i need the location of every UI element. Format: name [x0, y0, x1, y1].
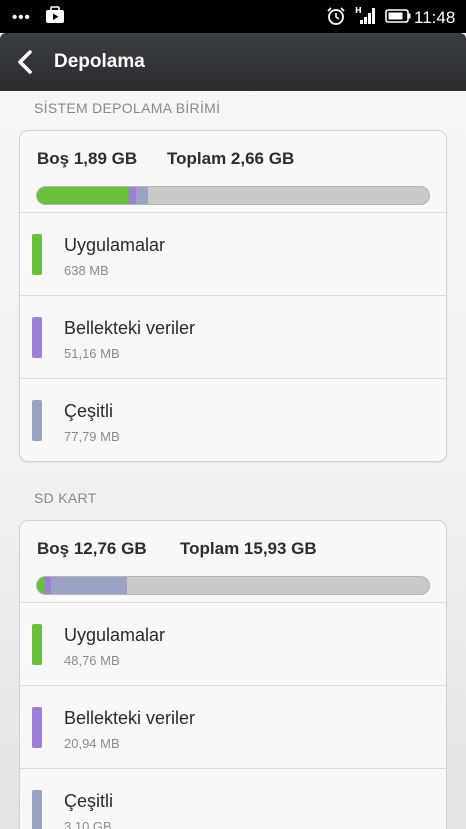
- usage-bar-apps: [37, 577, 45, 594]
- usage-bar-cache: [128, 187, 137, 204]
- color-swatch: [32, 624, 42, 665]
- row-size: 20,94 MB: [64, 736, 120, 751]
- color-swatch: [32, 790, 42, 829]
- more-dots: •••: [12, 9, 31, 26]
- storage-row-misc[interactable]: Çeşitli 77,79 MB: [20, 379, 446, 461]
- row-title: Uygulamalar: [64, 235, 166, 255]
- row-size: 3,10 GB: [64, 819, 112, 829]
- free-space-label: Boş 12,76 GB: [37, 539, 147, 558]
- usage-bar-apps: [37, 187, 129, 204]
- signal-bars-icon: H: [355, 6, 375, 24]
- usage-bar: [36, 576, 430, 595]
- media-notification-icon: [46, 6, 64, 23]
- storage-row-cache[interactable]: Bellekteki veriler 51,16 MB: [20, 296, 446, 379]
- row-title: Bellekteki veriler: [64, 708, 196, 728]
- alarm-clock-icon: [327, 7, 345, 25]
- usage-bar: [36, 186, 430, 205]
- network-type-label: H: [355, 6, 362, 15]
- color-swatch: [32, 234, 42, 275]
- system-storage-card: Boş 1,89 GB Toplam 2,66 GB Uygulamalar 6…: [19, 130, 447, 462]
- row-size: 51,16 MB: [64, 346, 120, 361]
- action-bar: Depolama: [0, 33, 466, 91]
- section-header-sd: SD KART: [34, 490, 97, 506]
- color-swatch: [32, 400, 42, 441]
- status-bar: ••• H 11:48: [0, 0, 466, 33]
- usage-bar-misc: [136, 187, 148, 204]
- usage-bar-misc: [50, 577, 128, 594]
- storage-summary: Boş 1,89 GB Toplam 2,66 GB: [20, 131, 446, 213]
- total-space-label: Toplam 15,93 GB: [180, 539, 317, 558]
- battery-icon: [385, 9, 411, 23]
- color-swatch: [32, 317, 42, 358]
- chevron-left-icon[interactable]: [14, 49, 36, 75]
- free-space-label: Boş 1,89 GB: [37, 149, 138, 168]
- storage-summary: Boş 12,76 GB Toplam 15,93 GB: [20, 521, 446, 603]
- page-title: Depolama: [54, 51, 145, 72]
- row-size: 638 MB: [64, 263, 109, 278]
- row-size: 48,76 MB: [64, 653, 120, 668]
- row-size: 77,79 MB: [64, 429, 120, 444]
- sd-card-storage-card: Boş 12,76 GB Toplam 15,93 GB Uygulamalar…: [19, 520, 447, 829]
- row-title: Çeşitli: [64, 791, 114, 811]
- total-space-label: Toplam 2,66 GB: [167, 149, 295, 168]
- storage-row-apps[interactable]: Uygulamalar 48,76 MB: [20, 603, 446, 686]
- row-title: Uygulamalar: [64, 625, 166, 645]
- section-header-system: SİSTEM DEPOLAMA BİRİMİ: [34, 100, 221, 116]
- clock-time: 11:48: [414, 8, 456, 27]
- row-title: Bellekteki veriler: [64, 318, 196, 338]
- row-title: Çeşitli: [64, 401, 114, 421]
- storage-row-apps[interactable]: Uygulamalar 638 MB: [20, 213, 446, 296]
- storage-row-cache[interactable]: Bellekteki veriler 20,94 MB: [20, 686, 446, 769]
- color-swatch: [32, 707, 42, 748]
- storage-row-misc[interactable]: Çeşitli 3,10 GB: [20, 769, 446, 829]
